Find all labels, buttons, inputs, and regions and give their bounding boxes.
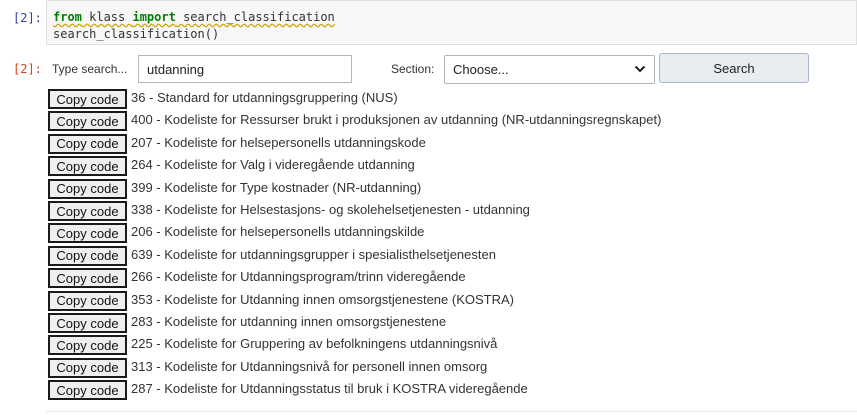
result-row: Copy code 400 - Kodeliste for Ressurser b… xyxy=(48,111,768,132)
result-label: 639 - Kodeliste for utdanningsgrupper i … xyxy=(131,246,496,262)
search-button[interactable]: Search xyxy=(659,53,809,83)
result-label: 400 - Kodeliste for Ressurser brukt i pr… xyxy=(131,112,662,128)
copy-code-button[interactable]: Copy code xyxy=(48,223,127,244)
result-label: 206 - Kodeliste for helsepersonells utda… xyxy=(131,224,425,240)
result-row: Copy code 338 - Kodeliste for Helsestasjo… xyxy=(48,201,768,221)
copy-code-button[interactable]: Copy code xyxy=(48,156,127,177)
result-label: 266 - Kodeliste for Utdanningsprogram/tr… xyxy=(131,269,466,285)
result-label: 287 - Kodeliste for Utdanningsstatus til… xyxy=(131,381,528,397)
result-label: 353 - Kodeliste for Utdanning innen omso… xyxy=(131,291,514,307)
search-input[interactable] xyxy=(138,55,352,83)
copy-code-button[interactable]: Copy code xyxy=(48,357,127,378)
result-row: Copy code 264 - Kodeliste for Valg i vide… xyxy=(48,156,768,177)
result-label: 313 - Kodeliste for Utdanningsnivå for p… xyxy=(131,358,488,374)
result-row: Copy code 225 - Kodeliste for Gruppering … xyxy=(48,335,768,356)
copy-code-button[interactable]: Copy code xyxy=(48,111,127,132)
result-label: 207 - Kodeliste for helsepersonells utda… xyxy=(131,134,426,150)
input-prompt: [2]: xyxy=(13,11,42,25)
output-prompt: [2]: xyxy=(13,62,42,76)
copy-code-button[interactable]: Copy code xyxy=(48,178,127,199)
code-module: klass xyxy=(81,10,133,24)
cell-divider xyxy=(46,411,857,412)
result-row: Copy code 207 - Kodeliste for helseperson… xyxy=(48,133,768,154)
code-input-cell[interactable]: from klass import search_classification … xyxy=(46,0,857,45)
copy-code-button[interactable]: Copy code xyxy=(48,380,127,401)
code-import-name: search_classification xyxy=(175,10,335,24)
copy-code-button[interactable]: Copy code xyxy=(48,268,127,289)
result-label: 264 - Kodeliste for Valg i videregående … xyxy=(131,157,415,173)
result-row: Copy code 206 - Kodeliste for helseperson… xyxy=(48,223,768,244)
copy-code-button[interactable]: Copy code xyxy=(48,313,127,333)
result-row: Copy code 283 - Kodeliste for utdanning i… xyxy=(48,313,768,333)
code-keyword-import: import xyxy=(132,10,176,24)
copy-code-button[interactable]: Copy code xyxy=(48,201,127,221)
result-row: Copy code 287 - Kodeliste for Utdanningss… xyxy=(48,380,768,401)
code-editor[interactable]: from klass import search_classification … xyxy=(53,9,335,43)
copy-code-button[interactable]: Copy code xyxy=(48,133,127,154)
copy-code-button[interactable]: Copy code xyxy=(48,290,127,311)
section-select-value: Choose... xyxy=(453,62,509,77)
section-select[interactable]: Choose... xyxy=(444,55,655,84)
code-keyword-from: from xyxy=(53,10,82,24)
copy-code-button[interactable]: Copy code xyxy=(48,245,127,266)
result-row: Copy code 399 - Kodeliste for Type kostna… xyxy=(48,178,768,199)
result-label: 225 - Kodeliste for Gruppering av befolk… xyxy=(131,336,498,352)
result-label: 338 - Kodeliste for Helsestasjons- og sk… xyxy=(131,202,530,217)
code-call: search_classification() xyxy=(53,27,220,41)
result-row: Copy code 313 - Kodeliste for Utdanningsn… xyxy=(48,357,768,378)
copy-code-button[interactable]: Copy code xyxy=(48,89,127,109)
result-row: Copy code 353 - Kodeliste for Utdanning i… xyxy=(48,290,768,311)
chevron-down-icon xyxy=(634,65,646,73)
result-row: Copy code 36 - Standard for utdanningsgru… xyxy=(48,89,768,109)
search-label: Type search... xyxy=(52,62,128,76)
result-row: Copy code 266 - Kodeliste for Utdanningsp… xyxy=(48,268,768,289)
result-label: 399 - Kodeliste for Type kostnader (NR-u… xyxy=(131,179,422,195)
result-label: 36 - Standard for utdanningsgruppering (… xyxy=(131,90,398,105)
result-label: 283 - Kodeliste for utdanning innen omso… xyxy=(131,314,447,329)
copy-code-button[interactable]: Copy code xyxy=(48,335,127,356)
section-label: Section: xyxy=(391,62,435,76)
result-row: Copy code 639 - Kodeliste for utdanningsg… xyxy=(48,245,768,266)
